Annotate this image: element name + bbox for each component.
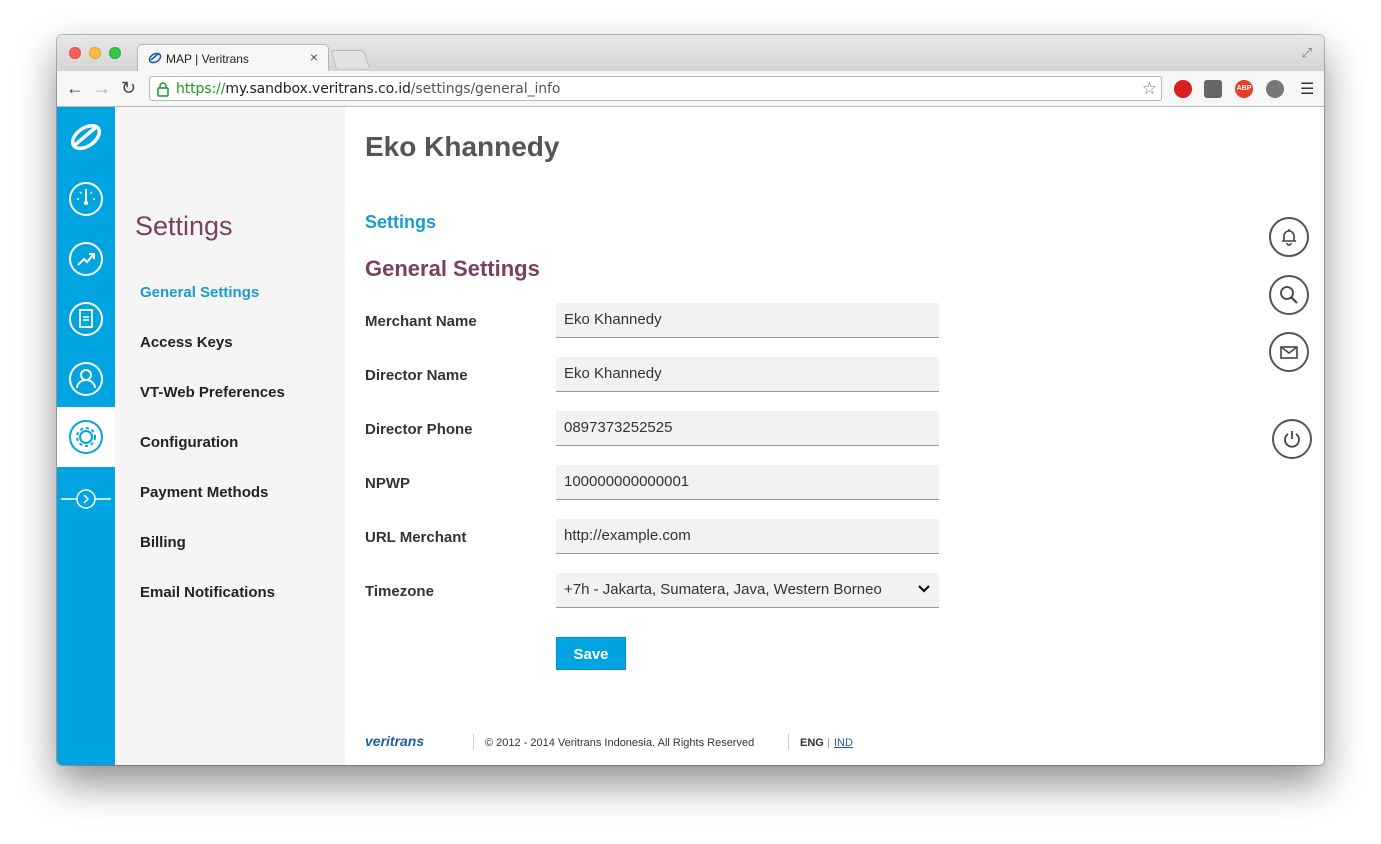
search-button[interactable] xyxy=(1269,275,1309,315)
url-host: my.sandbox.veritrans.co.id xyxy=(225,81,411,97)
messages-button[interactable] xyxy=(1269,332,1309,372)
back-arrow-icon[interactable]: ← xyxy=(66,79,84,97)
sidebar-item-billing[interactable]: Billing xyxy=(140,534,186,551)
rail-item-transactions[interactable] xyxy=(57,227,115,287)
director-name-label: Director Name xyxy=(365,367,468,384)
rail-item-expand[interactable] xyxy=(57,467,115,527)
veritrans-footer-logo: veritrans xyxy=(365,733,425,749)
url-text: https://my.sandbox.veritrans.co.id/setti… xyxy=(176,81,560,97)
pocket-icon[interactable] xyxy=(1204,80,1222,98)
npwp-field[interactable]: 100000000000001 xyxy=(556,465,939,500)
window-minimize-button[interactable] xyxy=(89,47,101,59)
address-bar[interactable]: https://my.sandbox.veritrans.co.id/setti… xyxy=(149,76,1162,101)
dashboard-gauge-icon xyxy=(69,182,103,216)
power-icon xyxy=(1284,431,1300,448)
page-title: Eko Khannedy xyxy=(365,131,560,162)
chevron-down-icon xyxy=(918,585,930,593)
section-title: General Settings xyxy=(365,256,540,281)
sidebar-title: Settings xyxy=(135,211,233,241)
veritrans-logo-icon xyxy=(70,123,102,151)
footer-copyright: © 2012 - 2014 Veritrans Indonesia. All R… xyxy=(485,737,755,749)
secure-lock-icon xyxy=(157,82,169,97)
forward-arrow-icon[interactable]: → xyxy=(93,79,111,97)
icon-rail xyxy=(57,107,115,765)
bookmark-star-icon[interactable]: ☆ xyxy=(1142,79,1157,99)
user-profile-icon xyxy=(69,362,103,396)
director-phone-field[interactable]: 0897373252525 xyxy=(556,411,939,446)
extension-icon[interactable] xyxy=(1266,80,1284,98)
new-tab-button[interactable] xyxy=(330,50,370,68)
expand-arrow-icon xyxy=(61,489,111,509)
url-merchant-label: URL Merchant xyxy=(365,529,467,546)
timezone-select[interactable]: +7h - Jakarta, Sumatera, Java, Western B… xyxy=(556,573,939,608)
sidebar-item-general-settings[interactable]: General Settings xyxy=(140,284,259,301)
main-panel: Eko Khannedy Settings General Settings M… xyxy=(345,107,1324,765)
save-button[interactable]: Save xyxy=(556,637,626,670)
rail-item-dashboard[interactable] xyxy=(57,167,115,227)
rail-logo[interactable] xyxy=(57,107,115,167)
search-icon xyxy=(1280,286,1298,304)
url-scheme: https:// xyxy=(176,81,226,97)
window-maximize-button[interactable] xyxy=(109,47,121,59)
bell-icon xyxy=(1282,229,1296,246)
breadcrumb[interactable]: Settings xyxy=(365,212,436,233)
settings-gear-icon xyxy=(69,420,103,454)
footer-divider xyxy=(473,734,474,750)
tab-title: MAP | Veritrans xyxy=(166,52,249,66)
settings-sidebar: Settings General Settings Access Keys VT… xyxy=(115,107,345,765)
npwp-label: NPWP xyxy=(365,475,410,492)
rail-item-settings[interactable] xyxy=(57,407,115,467)
notifications-button[interactable] xyxy=(1269,217,1309,257)
sidebar-item-payment-methods[interactable]: Payment Methods xyxy=(140,484,268,501)
merchant-name-label: Merchant Name xyxy=(365,313,477,330)
url-path: /settings/general_info xyxy=(410,81,561,97)
sidebar-item-access-keys[interactable]: Access Keys xyxy=(140,334,233,351)
transactions-chart-icon xyxy=(69,242,103,276)
sidebar-item-email-notifications[interactable]: Email Notifications xyxy=(140,584,275,601)
reload-icon[interactable]: ↻ xyxy=(121,79,136,97)
director-phone-label: Director Phone xyxy=(365,421,473,438)
logout-button[interactable] xyxy=(1272,419,1312,459)
merchant-name-field[interactable]: Eko Khannedy xyxy=(556,303,939,338)
rail-item-profile[interactable] xyxy=(57,347,115,407)
footer-divider xyxy=(788,734,789,750)
browser-window: MAP | Veritrans × ⤢ ← → ↻ https://my.san… xyxy=(57,35,1324,765)
page-footer: veritrans © 2012 - 2014 Veritrans Indone… xyxy=(365,733,965,753)
report-document-icon xyxy=(69,302,103,336)
director-name-field[interactable]: Eko Khannedy xyxy=(556,357,939,392)
lang-separator: | xyxy=(827,737,830,749)
sidebar-item-configuration[interactable]: Configuration xyxy=(140,434,238,451)
abp-icon[interactable]: ABP xyxy=(1235,80,1253,98)
browser-tab[interactable]: MAP | Veritrans × xyxy=(137,44,329,71)
title-bar: MAP | Veritrans × ⤢ xyxy=(57,35,1324,71)
veritrans-favicon-icon xyxy=(148,52,162,64)
sidebar-item-vt-web-preferences[interactable]: VT-Web Preferences xyxy=(140,384,285,401)
timezone-value: +7h - Jakarta, Sumatera, Java, Western B… xyxy=(564,581,882,598)
fullscreen-icon[interactable]: ⤢ xyxy=(1302,45,1312,61)
window-close-button[interactable] xyxy=(69,47,81,59)
page-content: Settings General Settings Access Keys VT… xyxy=(57,107,1324,765)
tab-close-icon[interactable]: × xyxy=(310,49,318,65)
rail-item-reports[interactable] xyxy=(57,287,115,347)
browser-menu-icon[interactable]: ☰ xyxy=(1300,79,1314,99)
timezone-label: Timezone xyxy=(365,583,434,600)
url-merchant-field[interactable]: http://example.com xyxy=(556,519,939,554)
mail-icon xyxy=(1280,346,1298,359)
adblock-stop-icon[interactable] xyxy=(1174,80,1192,98)
lang-ind-link[interactable]: IND xyxy=(834,737,853,749)
lang-eng[interactable]: ENG xyxy=(800,737,824,749)
address-toolbar: ← → ↻ https://my.sandbox.veritrans.co.id… xyxy=(57,71,1324,107)
